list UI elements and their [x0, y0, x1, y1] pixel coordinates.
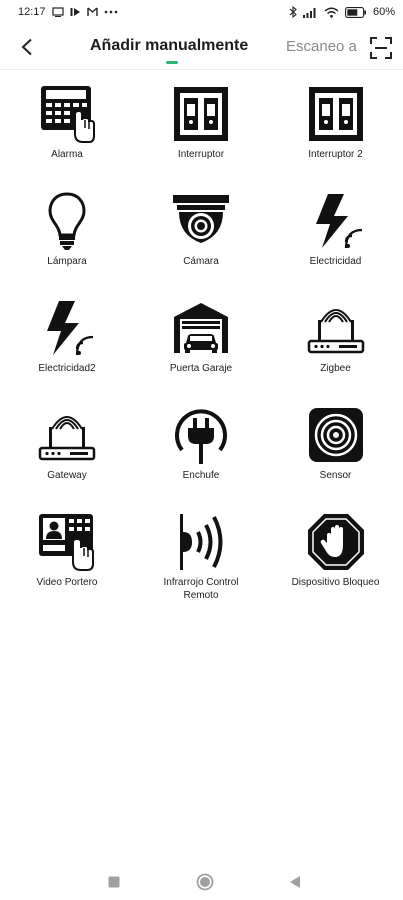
- camera-icon: [171, 191, 231, 251]
- screen-cast-icon: [51, 7, 64, 17]
- home-button[interactable]: [195, 872, 215, 892]
- device-gateway[interactable]: Gateway: [0, 405, 134, 512]
- device-label: Cámara: [183, 256, 219, 267]
- bluetooth-icon: [289, 6, 297, 18]
- device-grid: Alarma Interruptor Interruptor 2 Lámpara…: [0, 84, 403, 632]
- device-video-intercom[interactable]: Video Portero: [0, 512, 134, 632]
- device-label: Lámpara: [47, 256, 87, 267]
- tab-indicator: [166, 61, 178, 64]
- device-label: Infrarrojo Control Remoto: [163, 577, 239, 601]
- lamp-icon: [37, 191, 97, 251]
- gateway-router-icon: [37, 405, 97, 465]
- video-intercom-icon: [37, 512, 97, 572]
- device-alarm[interactable]: Alarma: [0, 84, 134, 191]
- device-plug[interactable]: Enchufe: [134, 405, 268, 512]
- tab-scan[interactable]: Escaneo a: [286, 38, 358, 55]
- block-device-icon: [306, 512, 366, 572]
- switch-icon: [171, 84, 231, 144]
- device-sensor[interactable]: Sensor: [268, 405, 403, 512]
- more-notifications-icon: [104, 10, 118, 14]
- scan-icon: [370, 37, 392, 59]
- device-garage-door[interactable]: Puerta Garaje: [134, 298, 268, 405]
- sensor-icon: [306, 405, 366, 465]
- device-label: Electricidad2: [38, 363, 96, 374]
- device-block-device[interactable]: Dispositivo Bloqueo: [268, 512, 403, 632]
- media-play-icon: [70, 7, 81, 17]
- back-button[interactable]: [14, 34, 40, 60]
- switch-2-icon: [306, 84, 366, 144]
- device-electricity[interactable]: Electricidad: [268, 191, 403, 298]
- device-infrared-remote[interactable]: Infrarrojo Control Remoto: [134, 512, 268, 632]
- wifi-icon: [324, 7, 339, 18]
- device-switch-2[interactable]: Interruptor 2: [268, 84, 403, 191]
- device-label: Zigbee: [320, 363, 351, 374]
- device-label: Enchufe: [182, 470, 220, 481]
- plug-icon: [171, 405, 231, 465]
- signal-icon: [302, 7, 318, 18]
- device-label: Interruptor: [177, 149, 225, 160]
- system-nav-bar: [0, 862, 403, 900]
- garage-door-icon: [171, 298, 231, 358]
- scan-button[interactable]: [367, 34, 395, 62]
- device-label: Video Portero: [36, 577, 98, 588]
- square-icon: [108, 876, 120, 888]
- device-label: Sensor: [319, 470, 352, 481]
- device-label: Puerta Garaje: [169, 363, 233, 374]
- battery-icon: [345, 6, 367, 18]
- zigbee-router-icon: [306, 298, 366, 358]
- gmail-icon: [86, 7, 98, 17]
- battery-level: 60%: [372, 6, 395, 18]
- tab-add-manually[interactable]: Añadir manualmente: [90, 37, 248, 55]
- status-left: 12:17: [18, 6, 118, 18]
- device-zigbee[interactable]: Zigbee: [268, 298, 403, 405]
- device-label: Interruptor 2: [308, 149, 363, 160]
- device-lamp[interactable]: Lámpara: [0, 191, 134, 298]
- top-header: Añadir manualmente Escaneo a: [0, 24, 403, 70]
- back-arrow-icon: [21, 38, 32, 56]
- electricity-icon: [306, 191, 366, 251]
- device-electricity-2[interactable]: Electricidad2: [0, 298, 134, 405]
- device-label: Alarma: [51, 149, 83, 160]
- infrared-remote-icon: [171, 512, 231, 572]
- status-bar: 12:17 60%: [0, 0, 403, 24]
- triangle-back-icon: [290, 876, 300, 888]
- device-label: Electricidad: [309, 256, 362, 267]
- back-nav-button[interactable]: [285, 872, 305, 892]
- device-label: Gateway: [47, 470, 87, 481]
- device-camera[interactable]: Cámara: [134, 191, 268, 298]
- alarm-keypad-icon: [37, 84, 97, 144]
- status-time: 12:17: [18, 6, 46, 18]
- electricity-2-icon: [37, 298, 97, 358]
- device-label: Dispositivo Bloqueo: [291, 577, 380, 588]
- status-right: 60%: [289, 6, 395, 18]
- device-switch[interactable]: Interruptor: [134, 84, 268, 191]
- recents-button[interactable]: [104, 872, 124, 892]
- circle-icon: [196, 873, 214, 891]
